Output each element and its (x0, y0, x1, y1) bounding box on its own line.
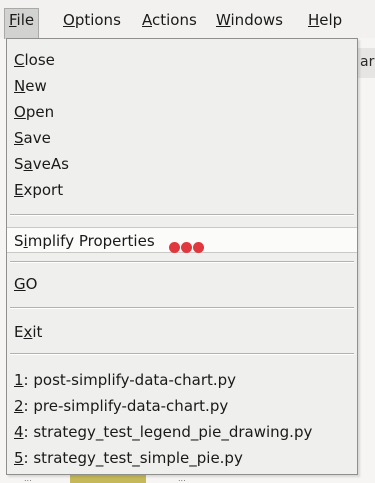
red-dot-icon (168, 241, 180, 253)
background-window: ar (355, 48, 375, 78)
menu-bar: File Options Actions Windows Help (0, 0, 375, 39)
background-window-label: ar (360, 54, 375, 70)
menu-separator (10, 353, 354, 355)
red-dot-icon (180, 241, 192, 253)
menu-separator (10, 214, 354, 216)
background-text-left: ... (24, 474, 32, 483)
menu-separator (10, 307, 354, 309)
red-dot-icon (192, 241, 204, 253)
menu-item-simplify-properties[interactable]: Simplify Properties (7, 227, 357, 253)
menu-item-go[interactable]: GO (7, 271, 357, 297)
menu-item-export[interactable]: Export (7, 177, 357, 203)
menu-actions[interactable]: Actions (138, 9, 201, 31)
background-text-right: ... (178, 474, 186, 483)
menu-item-exit[interactable]: Exit (7, 319, 357, 345)
menu-item-saveas[interactable]: SaveAs (7, 151, 357, 177)
menu-item-open[interactable]: Open (7, 99, 357, 125)
menu-help[interactable]: Help (304, 9, 346, 31)
menu-item-recent-2[interactable]: 2: pre-simplify-data-chart.py (7, 393, 357, 419)
menu-item-recent-1[interactable]: 1: post-simplify-data-chart.py (7, 367, 357, 393)
menu-windows[interactable]: Windows (212, 9, 287, 31)
menu-item-save[interactable]: Save (7, 125, 357, 151)
menu-item-new[interactable]: New (7, 73, 357, 99)
menu-options[interactable]: Options (59, 9, 125, 31)
file-menu-dropdown: Close New Open Save SaveAs Export Simpli… (6, 38, 358, 475)
menu-item-recent-5[interactable]: 5: strategy_test_simple_pie.py (7, 445, 357, 471)
menu-item-close[interactable]: Close (7, 47, 357, 73)
menu-file[interactable]: File (4, 8, 40, 39)
status-dots-icon (168, 235, 205, 253)
menu-separator (10, 261, 354, 263)
menu-item-recent-4[interactable]: 4: strategy_test_legend_pie_drawing.py (7, 419, 357, 445)
